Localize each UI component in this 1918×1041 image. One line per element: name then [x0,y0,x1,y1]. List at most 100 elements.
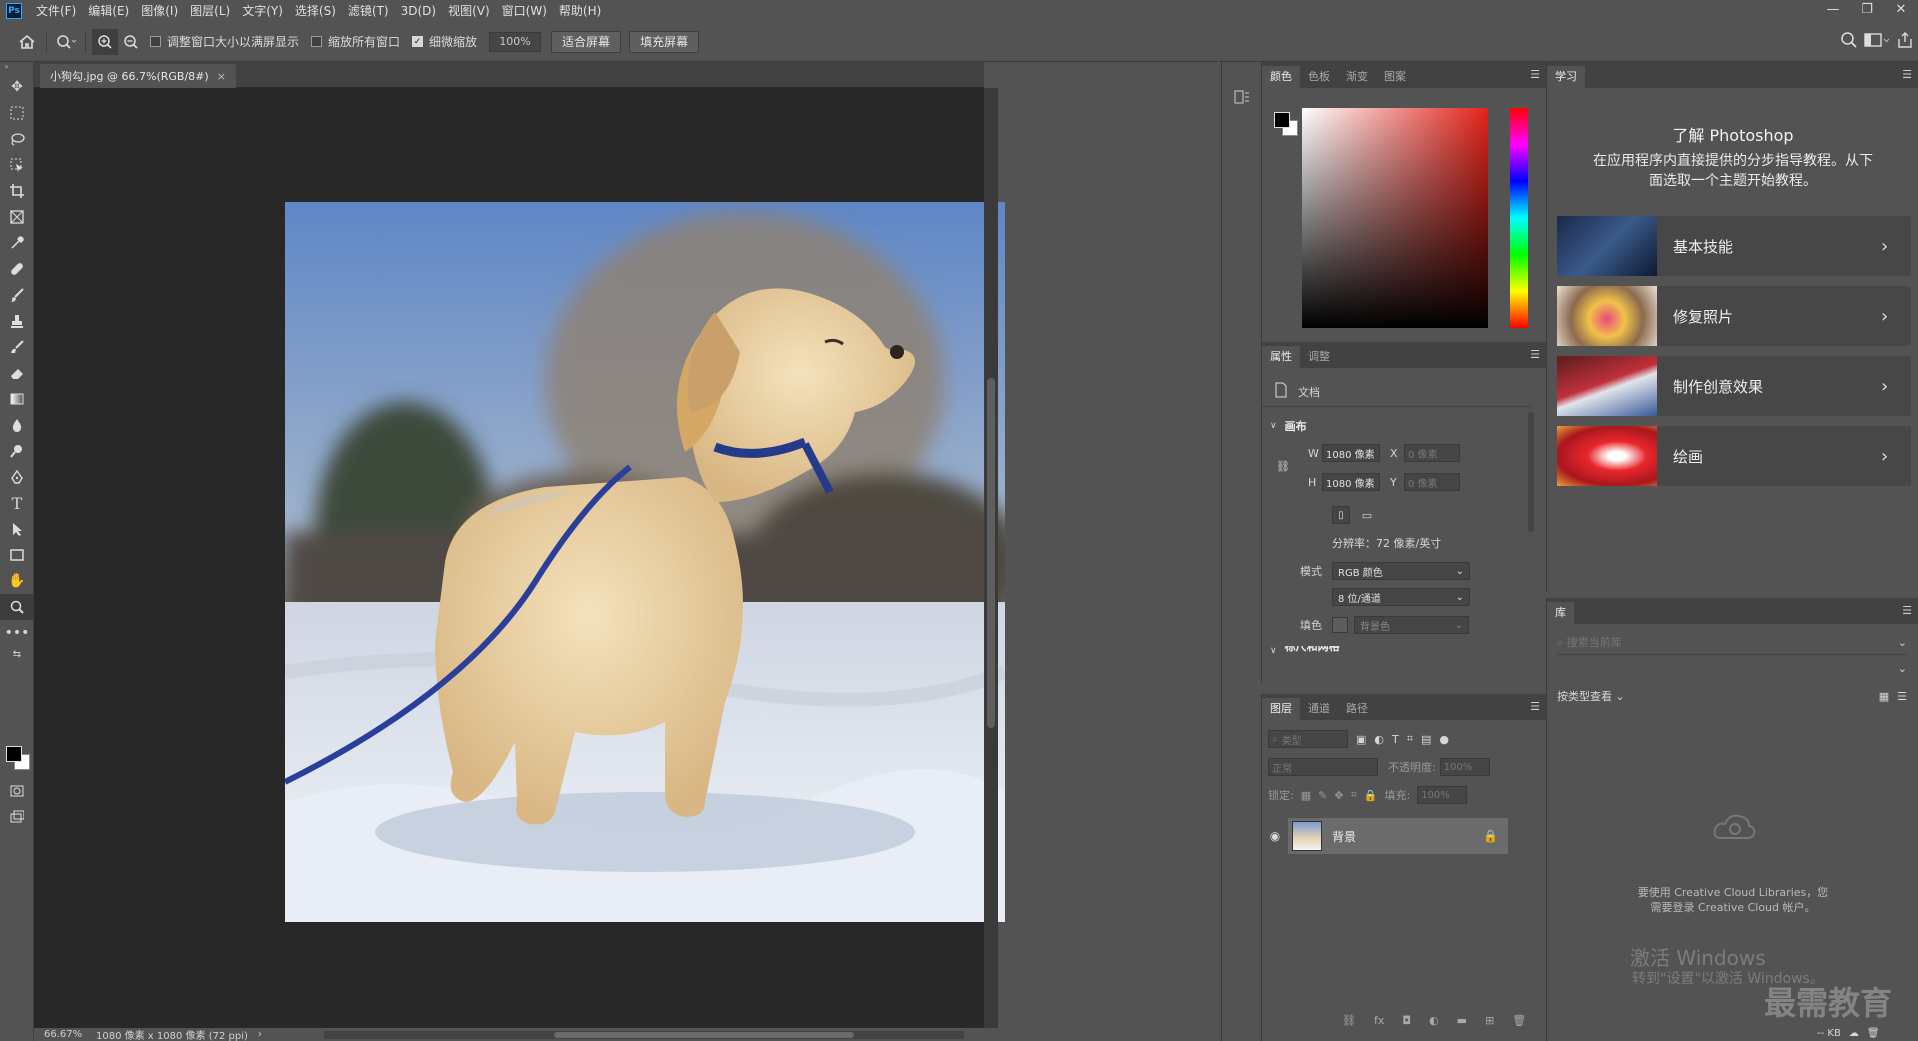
panel-menu-icon[interactable]: ☰ [1902,68,1912,81]
y-field[interactable]: 0 像素 [1404,473,1460,491]
rulers-section-header[interactable]: ∨ 标尺和网格 [1270,646,1340,656]
fill-swatch[interactable] [1332,617,1348,633]
menu-file[interactable]: 文件(F) [30,0,82,22]
learn-card-basic-skills[interactable]: 基本技能 › [1557,216,1911,276]
quick-mask-icon[interactable] [0,778,34,804]
clone-stamp-tool-icon[interactable] [0,308,34,334]
menu-filter[interactable]: 滤镜(T) [342,0,395,22]
blend-mode-select[interactable]: 正常 [1268,758,1378,776]
workspace-icon[interactable] [1864,31,1890,52]
checkbox-icon[interactable] [150,36,161,47]
menu-select[interactable]: 选择(S) [289,0,342,22]
learn-card-creative-effects[interactable]: 制作创意效果 › [1557,356,1911,416]
lock-all-icon[interactable]: 🔒 [1364,789,1378,802]
tab-properties[interactable]: 属性 [1262,346,1300,368]
filter-toggle-icon[interactable]: ● [1439,733,1449,746]
visibility-eye-icon[interactable]: ◉ [1262,829,1288,843]
library-select-row[interactable]: ⌄ [1557,662,1907,675]
delete-icon[interactable]: 🗑 [1867,1028,1880,1039]
status-arrow-icon[interactable]: › [258,1029,262,1040]
tab-learn[interactable]: 学习 [1547,66,1585,88]
grid-view-icon[interactable]: ▦ [1879,690,1889,703]
hue-slider[interactable] [1510,108,1528,328]
document-vertical-scrollbar[interactable] [984,88,998,1028]
cloud-sync-icon[interactable]: ☁ [1849,1028,1859,1039]
landscape-icon[interactable]: ▭ [1358,509,1376,522]
list-view-icon[interactable]: ☰ [1897,690,1907,703]
minimize-button[interactable]: — [1816,0,1850,22]
frame-tool-icon[interactable] [0,204,34,230]
marquee-tool-icon[interactable] [0,100,34,126]
zoom-tool-icon[interactable] [0,594,34,620]
fill-screen-button[interactable]: 填充屏幕 [629,30,700,53]
fill-field[interactable]: 100% [1417,786,1468,804]
dodge-tool-icon[interactable] [0,438,34,464]
layer-item-background[interactable]: 背景 🔒 [1288,818,1508,854]
canvas-image-puppy[interactable] [285,202,1005,922]
layer-filter-select[interactable]: ⌕ 类型 [1268,730,1348,748]
lasso-tool-icon[interactable] [0,126,34,152]
menu-layer[interactable]: 图层(L) [184,0,236,22]
menu-view[interactable]: 视图(V) [442,0,496,22]
foreground-color-chip[interactable] [1274,112,1290,128]
menu-3d[interactable]: 3D(D) [395,0,442,22]
panel-menu-icon[interactable]: ☰ [1530,348,1540,361]
menu-edit[interactable]: 编辑(E) [82,0,135,22]
new-layer-icon[interactable]: ⊞ [1485,1014,1494,1027]
crop-tool-icon[interactable] [0,178,34,204]
lock-position-icon[interactable]: ✥ [1334,789,1343,802]
fill-select[interactable]: 背景色 ⌄ [1354,616,1469,634]
width-field[interactable]: 1080 像素 [1322,444,1380,462]
portrait-icon[interactable]: ▯ [1332,506,1350,524]
view-by-select[interactable]: 按类型查看 ⌄ [1557,688,1625,704]
healing-brush-tool-icon[interactable] [0,256,34,282]
menu-type[interactable]: 文字(Y) [236,0,289,22]
restore-button[interactable]: ❐ [1850,0,1884,22]
layer-row[interactable]: ◉ 背景 🔒 [1262,818,1532,854]
tab-patterns[interactable]: 图案 [1376,66,1414,88]
add-mask-icon[interactable]: ◘ [1402,1014,1411,1027]
link-dimensions-icon[interactable]: ⛓ [1276,460,1290,473]
rectangle-tool-icon[interactable] [0,542,34,568]
scroll-thumb[interactable] [554,1032,854,1038]
tab-layers[interactable]: 图层 [1262,698,1300,720]
blur-tool-icon[interactable] [0,412,34,438]
panel-menu-icon[interactable]: ☰ [1530,68,1540,81]
color-picker-field[interactable] [1302,108,1488,328]
filter-adjustment-icon[interactable]: ◐ [1374,733,1384,746]
checkbox-icon[interactable] [311,36,323,47]
path-selection-tool-icon[interactable] [0,516,34,542]
chevron-down-icon[interactable]: ⌄ [1898,636,1907,649]
zoom-tool-preset-icon[interactable] [53,29,79,55]
home-icon[interactable] [14,29,40,55]
zoom-in-icon[interactable] [92,28,118,55]
height-field[interactable]: 1080 像素 [1322,473,1380,491]
lock-pixels-icon[interactable]: ✎ [1318,789,1327,802]
filter-pixel-icon[interactable]: ▣ [1356,733,1366,746]
type-tool-icon[interactable]: T [0,490,34,516]
history-brush-tool-icon[interactable] [0,334,34,360]
gradient-tool-icon[interactable] [0,386,34,412]
zoom-status[interactable]: 66.67% [44,1029,88,1040]
swap-colors-icon[interactable]: ⇆ [0,646,34,662]
share-icon[interactable] [1896,31,1914,52]
tab-gradients[interactable]: 渐变 [1338,66,1376,88]
bit-depth-select[interactable]: 8 位/通道 ⌄ [1332,588,1470,606]
zoom-percent-field[interactable]: 100% [489,31,542,52]
tab-adjustments[interactable]: 调整 [1300,346,1338,368]
document-tab[interactable]: 小狗勾.jpg @ 66.7%(RGB/8#) × [40,64,236,88]
menu-image[interactable]: 图像(I) [135,0,184,22]
menu-help[interactable]: 帮助(H) [553,0,607,22]
eyedropper-tool-icon[interactable] [0,230,34,256]
tab-swatches[interactable]: 色板 [1300,66,1338,88]
menu-window[interactable]: 窗口(W) [496,0,553,22]
hand-tool-icon[interactable]: ✋ [0,568,34,594]
tab-channels[interactable]: 通道 [1300,698,1338,720]
filter-smart-object-icon[interactable]: ▤ [1421,733,1431,746]
search-icon[interactable] [1840,31,1858,52]
scrubby-zoom-checkbox[interactable]: ✓ 细微缩放 [412,33,477,50]
layer-name[interactable]: 背景 [1332,828,1483,845]
opacity-field[interactable]: 100% [1439,758,1490,776]
filter-type-icon[interactable]: T [1392,733,1399,746]
zoom-all-windows-checkbox[interactable]: 缩放所有窗口 [311,33,400,50]
